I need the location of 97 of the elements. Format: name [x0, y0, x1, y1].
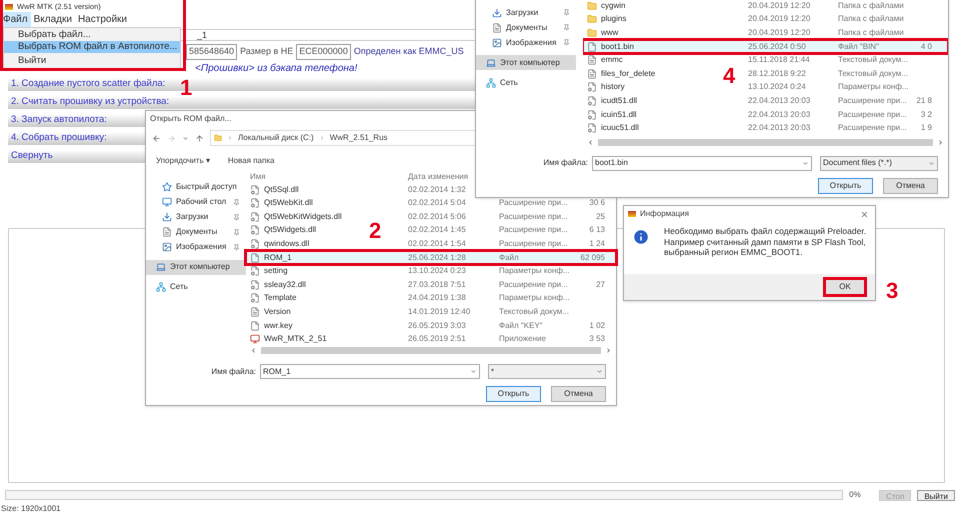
section-label: Свернуть: [11, 149, 53, 164]
file-type: Папка с файлами: [838, 0, 904, 10]
file-type: Расширение при...: [838, 123, 907, 132]
file-name: Template: [264, 292, 296, 304]
file-date: 13.10.2024 0:23: [408, 265, 467, 278]
file-date: 02.02.2014 5:06: [408, 210, 467, 223]
annotation-number: 3: [886, 280, 898, 302]
file-type: Файл "BIN": [838, 42, 879, 51]
file-type: Расширение при...: [499, 198, 568, 208]
size-label: Размер в НЕ: [240, 45, 294, 58]
file-date: 02.02.2014 1:45: [408, 224, 467, 236]
detected-label: Определен как EMMC_US: [354, 45, 464, 58]
file-name: Qt5Sql.dll: [264, 184, 299, 196]
file-name: icudt51.dll: [601, 94, 638, 107]
file-type: Текстовый докум...: [838, 68, 908, 78]
notice-text: <Прошивки> из бэкапа телефона!: [195, 62, 358, 76]
file-size: 27: [596, 278, 605, 291]
file-name: qwindows.dll: [264, 238, 310, 250]
filename-label: Имя файла:: [543, 157, 588, 169]
file-type: Текстовый докум...: [838, 55, 908, 64]
annotation-number: 1: [180, 77, 192, 99]
section-label: 2. Считать прошивку из устройства:: [11, 95, 170, 110]
file-name: setting: [264, 265, 288, 278]
file-date: 27.03.2018 7:51: [408, 278, 467, 291]
file-name: files_for_delete: [601, 68, 656, 80]
file-type: Файл "KEY": [499, 320, 543, 330]
file-type: Файл: [499, 252, 519, 262]
annotation-number: 4: [723, 64, 736, 87]
message-text: Необходимо выбрать файл содержащий Preloader. Например считанный дамп памяти в SP Flash Tool, выбранный регион EMMC_BOOT1.: [664, 226, 868, 259]
file-date: 14.01.2019 12:40: [408, 306, 472, 318]
file-size: 6 13: [589, 224, 605, 236]
file-name: ssleay32.dll: [264, 278, 306, 291]
file-name: Qt5WebKit.dll: [264, 197, 313, 210]
file-name: WwR_MTK_2_51: [264, 333, 327, 346]
file-date: 02.02.2014 1:54: [408, 238, 467, 250]
file-date: 20.04.2019 12:20: [748, 13, 812, 26]
file-date: 26.05.2019 2:51: [408, 333, 467, 346]
file-date: 28.12.2018 9:22: [748, 68, 807, 80]
file-size: 21 8: [916, 94, 932, 107]
file-date: 26.05.2019 3:03: [408, 320, 467, 332]
file-date: 24.04.2019 1:38: [408, 292, 467, 304]
file-date: 02.02.2014 1:32: [408, 184, 467, 196]
section-label: 1. Создание пустого scatter файла:: [11, 77, 166, 92]
file-size: 25: [596, 210, 605, 223]
file-size: 62 095: [580, 252, 605, 264]
file-date: 15.11.2018 21:44: [748, 54, 811, 66]
file-size: 3 53: [589, 333, 605, 346]
file-type: Расширение при...: [499, 212, 568, 221]
file-name: cygwin: [601, 0, 626, 12]
file-size: 1 9: [920, 122, 932, 134]
file-type: Параметры конф...: [499, 266, 570, 276]
file-type: Расширение при...: [499, 238, 568, 248]
file-date: 20.04.2019 12:20: [748, 26, 812, 39]
file-type: Параметры конф...: [838, 82, 909, 92]
section-label: 3. Запуск автопилота:: [11, 113, 107, 128]
file-type: Расширение при...: [499, 280, 568, 289]
annotation-number: 2: [369, 220, 382, 242]
file-type: Папка с файлами: [838, 28, 904, 37]
file-name: emmc: [601, 54, 623, 66]
file-type: Расширение при...: [838, 96, 907, 105]
file-name: history: [601, 81, 625, 94]
dialog-title: Информация: [640, 208, 690, 220]
file-name: boot1.bin: [601, 40, 634, 53]
file-date: 22.04.2013 20:03: [748, 94, 812, 107]
file-name: icuin51.dll: [601, 108, 637, 121]
file-size: 1 24: [589, 238, 605, 250]
value-field: ECE000000: [296, 44, 351, 60]
file-type: Текстовый докум...: [499, 306, 569, 316]
filename-label: Имя файла:: [211, 366, 256, 378]
value-field: 585648640: [186, 44, 238, 60]
file-name: Qt5WebKitWidgets.dll: [264, 210, 342, 223]
file-name: Qt5Widgets.dll: [264, 224, 316, 236]
file-name: www: [601, 26, 618, 39]
file-type: Папка с файлами: [838, 14, 904, 24]
status-text: Size: 1920x1001: [1, 503, 61, 515]
file-size: 3 2: [920, 108, 932, 121]
file-size: 30 6: [589, 197, 605, 210]
file-name: ROM_1: [264, 252, 292, 264]
file-name: wwr.key: [264, 320, 292, 332]
file-size: 1 02: [589, 320, 605, 332]
file-date: 22.04.2013 20:03: [748, 108, 812, 121]
file-date: 25.06.2024 1:28: [408, 252, 467, 264]
file-size: 4 0: [920, 40, 932, 53]
file-date: 02.02.2014 5:04: [408, 197, 467, 210]
file-date: 22.04.2013 20:03: [748, 122, 812, 134]
file-type: Параметры конф...: [499, 293, 570, 302]
progress-reading: 0%: [849, 489, 862, 501]
file-name: plugins: [601, 13, 626, 26]
section-label: 4. Собрать прошивку:: [11, 131, 107, 146]
dialog-title: Открыть ROM файл...: [150, 112, 232, 125]
file-type: Приложение: [499, 334, 546, 344]
file-date: 13.10.2024 0:24: [748, 81, 807, 94]
file-date: 25.06.2024 0:50: [748, 40, 807, 53]
file-type: Расширение при...: [838, 110, 907, 119]
file-date: 20.04.2019 12:20: [748, 0, 812, 12]
file-type: Расширение при...: [499, 225, 568, 234]
file-name: Version: [264, 306, 291, 318]
